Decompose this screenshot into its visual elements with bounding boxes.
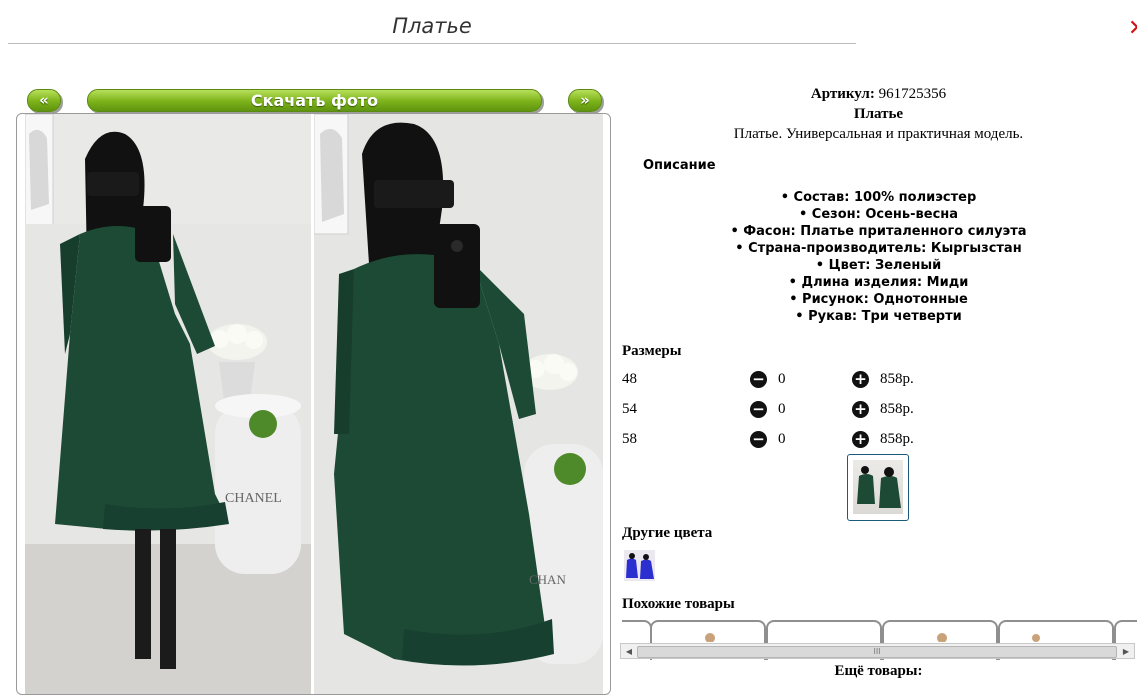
- scrollbar-thumb[interactable]: III: [637, 646, 1117, 658]
- spec-item: • Состав: 100% полиэстер: [780, 190, 977, 205]
- spec-item: • Цвет: Зеленый: [815, 258, 942, 273]
- size-quantity: 0: [778, 401, 786, 417]
- other-colors-heading: Другие цвета: [622, 525, 713, 541]
- minus-circle-icon[interactable]: −: [750, 371, 767, 388]
- minus-circle-icon[interactable]: −: [750, 431, 767, 448]
- size-label: 58: [622, 431, 637, 447]
- more-products-label[interactable]: Ещё товары:: [620, 663, 1137, 680]
- spec-item: • Фасон: Платье приталенного силуэта: [730, 224, 1027, 239]
- download-photo-button[interactable]: Скачать фото: [87, 89, 542, 112]
- size-price: 858р.: [880, 371, 914, 387]
- similar-products-heading: Похожие товары: [622, 596, 735, 612]
- spec-list: • Состав: 100% полиэстер • Сезон: Осень-…: [620, 189, 1137, 325]
- carousel-scrollbar[interactable]: ◀ III ▶: [620, 643, 1135, 659]
- plus-circle-icon[interactable]: +: [852, 431, 869, 448]
- spec-item: • Рукав: Три четверти: [795, 309, 962, 324]
- size-label: 54: [622, 401, 637, 417]
- selected-photo-thumbnail[interactable]: [847, 454, 909, 521]
- size-label: 48: [622, 371, 637, 387]
- spec-item: • Страна-производитель: Кыргызстан: [735, 241, 1022, 256]
- plus-circle-icon[interactable]: +: [852, 401, 869, 418]
- product-short-description: Платье. Универсальная и практичная модел…: [733, 126, 1024, 142]
- thumbnail-image: [853, 460, 903, 514]
- sizes-heading: Размеры: [622, 343, 682, 359]
- scroll-left-arrow-icon[interactable]: ◀: [623, 646, 635, 658]
- product-photo-left[interactable]: CHANEL: [25, 114, 311, 694]
- product-photo-right[interactable]: CHAN: [314, 114, 603, 694]
- scroll-right-arrow-icon[interactable]: ▶: [1120, 646, 1132, 658]
- article-line: Артикул: 961725356: [620, 86, 1137, 103]
- size-row: 58 − 0 + 858р.: [622, 429, 1022, 451]
- svg-text:CHANEL: CHANEL: [225, 491, 282, 506]
- title-divider: [8, 43, 856, 44]
- size-row: 48 − 0 + 858р.: [622, 369, 1022, 391]
- color-variant-thumbnail[interactable]: [624, 550, 655, 581]
- size-price: 858р.: [880, 401, 914, 417]
- spec-item: • Рисунок: Однотонные: [789, 292, 968, 307]
- product-name: Платье: [853, 106, 904, 122]
- spec-item: • Длина изделия: Миди: [788, 275, 969, 290]
- minus-circle-icon[interactable]: −: [750, 401, 767, 418]
- article-value: 961725356: [878, 86, 947, 102]
- svg-text:CHAN: CHAN: [529, 572, 566, 587]
- close-icon[interactable]: ✕: [1128, 18, 1137, 40]
- prev-photo-button[interactable]: «: [27, 89, 61, 112]
- description-heading: Описание: [643, 158, 716, 173]
- spec-item: • Сезон: Осень-весна: [798, 207, 959, 222]
- page-title: Платье: [392, 14, 472, 38]
- size-quantity: 0: [778, 431, 786, 447]
- article-label: Артикул:: [810, 86, 875, 102]
- product-photo-frame: CHANEL CHAN: [16, 113, 611, 695]
- size-quantity: 0: [778, 371, 786, 387]
- size-price: 858р.: [880, 431, 914, 447]
- size-row: 54 − 0 + 858р.: [622, 399, 1022, 421]
- plus-circle-icon[interactable]: +: [852, 371, 869, 388]
- next-photo-button[interactable]: »: [568, 89, 602, 112]
